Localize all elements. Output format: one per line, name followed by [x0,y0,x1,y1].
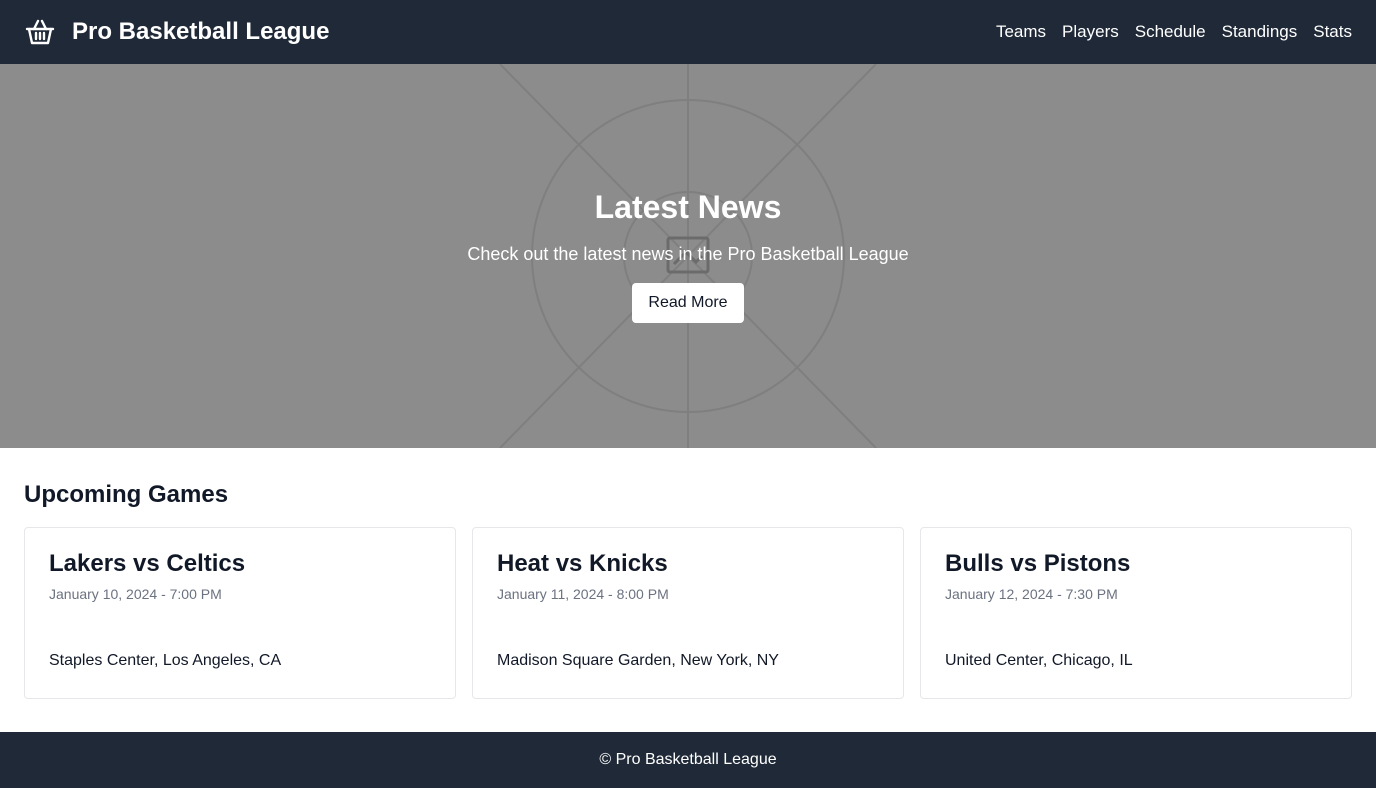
navbar: Pro Basketball League Teams Players Sche… [0,0,1376,64]
game-datetime: January 12, 2024 - 7:30 PM [945,586,1118,602]
read-more-button[interactable]: Read More [632,283,744,323]
game-title: Heat vs Knicks [497,550,668,577]
site-title: Pro Basketball League [72,18,330,45]
nav-link-schedule[interactable]: Schedule [1135,22,1206,42]
copyright-text: © Pro Basketball League [599,751,777,768]
nav-link-teams[interactable]: Teams [996,22,1046,42]
nav-link-stats[interactable]: Stats [1313,22,1352,42]
game-cards: Lakers vs Celtics January 10, 2024 - 7:0… [24,527,1352,699]
hero-subtitle: Check out the latest news in the Pro Bas… [467,244,909,264]
game-datetime: January 11, 2024 - 8:00 PM [497,586,669,602]
hero-banner: Latest News Check out the latest news in… [0,64,1376,448]
hero-content: Latest News Check out the latest news in… [0,64,1376,448]
nav-link-standings[interactable]: Standings [1222,22,1298,42]
game-card[interactable]: Lakers vs Celtics January 10, 2024 - 7:0… [24,527,456,699]
game-venue: United Center, Chicago, IL [945,652,1133,669]
nav-link-players[interactable]: Players [1062,22,1119,42]
upcoming-games-section: Upcoming Games Lakers vs Celtics January… [24,448,1352,699]
game-venue: Madison Square Garden, New York, NY [497,652,779,669]
game-datetime: January 10, 2024 - 7:00 PM [49,586,222,602]
game-venue: Staples Center, Los Angeles, CA [49,652,282,669]
game-title: Lakers vs Celtics [49,550,246,577]
footer: © Pro Basketball League [0,732,1376,788]
game-title: Bulls vs Pistons [945,550,1131,577]
hero-title: Latest News [594,189,782,225]
game-card[interactable]: Bulls vs Pistons January 12, 2024 - 7:30… [920,527,1352,699]
brand[interactable]: Pro Basketball League [24,16,329,48]
main-nav: Teams Players Schedule Standings Stats [996,22,1352,42]
basket-icon [24,16,56,48]
section-title: Upcoming Games [24,481,229,508]
game-card[interactable]: Heat vs Knicks January 11, 2024 - 8:00 P… [472,527,904,699]
